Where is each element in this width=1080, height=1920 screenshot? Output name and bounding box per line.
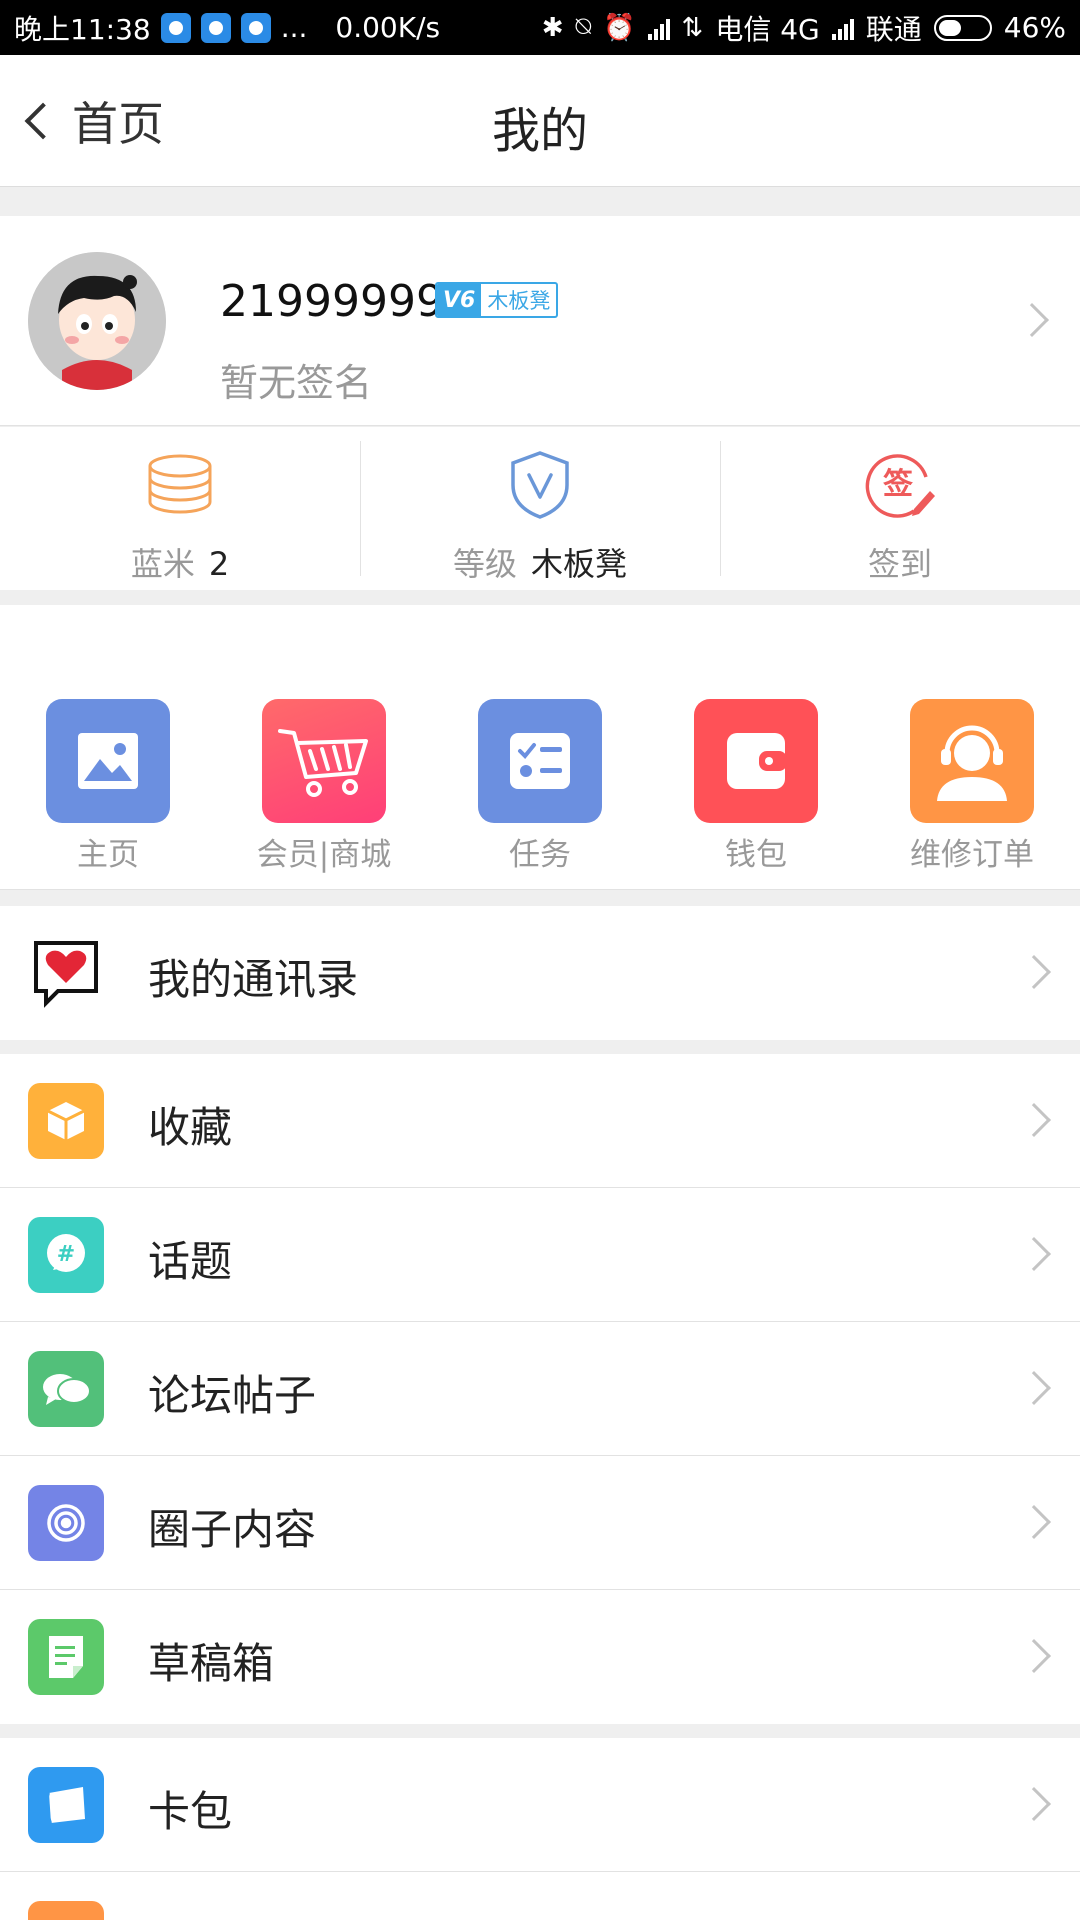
- cart-icon: [262, 699, 386, 823]
- menu-item-label: 收藏: [148, 1103, 233, 1152]
- card-icon: [28, 1767, 104, 1843]
- mute-icon: ⍉: [575, 12, 592, 42]
- menu-item-label: 草稿箱: [148, 1639, 275, 1688]
- chevron-right-icon: [1015, 303, 1049, 337]
- menu-item-label: 卡包: [148, 1787, 233, 1836]
- stat-coins-value: 2: [208, 545, 230, 583]
- chevron-right-icon: [1017, 1371, 1051, 1405]
- hashtag-glyph: #: [57, 1242, 75, 1267]
- shortcut-wallet[interactable]: 钱包: [656, 699, 856, 874]
- bluetooth-icon: ✱: [541, 12, 564, 43]
- circle-icon: [28, 1485, 104, 1561]
- profile-card[interactable]: 21999999 V6 木板凳 暂无签名: [0, 216, 1080, 426]
- status-time: 晚上11:38: [14, 12, 151, 46]
- menu-item-partial[interactable]: [0, 1872, 1080, 1920]
- stats-row: 蓝米 2 等级 木板凳 签 签到: [0, 427, 1080, 590]
- shortcut-mall-label: 会员|商城: [256, 837, 392, 873]
- contacts-label: 我的通讯录: [148, 955, 359, 1004]
- battery-percent: 46%: [1003, 11, 1066, 44]
- signal-icon: [647, 16, 670, 40]
- data-transfer-icon: ⇅: [681, 12, 704, 43]
- chevron-right-icon: [1017, 1505, 1051, 1539]
- nav-bar: 首页 我的: [0, 55, 1080, 187]
- carrier-1: 电信 4G: [715, 12, 820, 46]
- alarm-icon: ⏰: [603, 12, 636, 43]
- menu-item-favorites[interactable]: 收藏: [0, 1054, 1080, 1188]
- network-speed: 0.00K/s: [335, 11, 441, 44]
- menu-item-topics[interactable]: # 话题: [0, 1188, 1080, 1322]
- signal-icon: [831, 16, 854, 40]
- sign-in-icon: 签: [860, 445, 940, 525]
- stat-level-value: 木板凳: [531, 545, 628, 583]
- shortcuts-grid: 主页 会员|商城 任务 钱包 维修订单: [0, 605, 1080, 890]
- support-agent-icon: [910, 699, 1034, 823]
- heart-chat-icon: [28, 935, 104, 1011]
- shield-v-icon: [500, 445, 580, 525]
- menu-item-label: 圈子内容: [148, 1505, 317, 1554]
- contacts-group: 我的通讯录: [0, 906, 1080, 1040]
- wallet-icon: [694, 699, 818, 823]
- level-badge: V6 木板凳: [435, 282, 559, 318]
- stat-level-text: 等级 木板凳: [453, 539, 627, 585]
- stat-level[interactable]: 等级 木板凳: [360, 427, 720, 590]
- stat-coins-label: 蓝米: [130, 545, 195, 583]
- chevron-right-icon: [1017, 1103, 1051, 1137]
- coins-icon: [140, 445, 220, 525]
- page-title: 我的: [491, 103, 588, 159]
- chevron-right-icon: [1017, 1787, 1051, 1821]
- carrier-2: 联通: [865, 12, 922, 46]
- stat-signin[interactable]: 签 签到: [720, 427, 1080, 590]
- shortcut-repair-orders-label: 维修订单: [910, 837, 1034, 873]
- level-badge-v: V6: [437, 284, 482, 316]
- chevron-right-icon: [1017, 1237, 1051, 1271]
- menu-item-card-wallet[interactable]: 卡包: [0, 1738, 1080, 1872]
- stat-level-label: 等级: [452, 545, 517, 583]
- stat-coins[interactable]: 蓝米 2: [0, 427, 360, 590]
- partial-item-icon: [28, 1901, 104, 1920]
- stat-coins-text: 蓝米 2: [131, 539, 229, 585]
- shortcut-repair-orders[interactable]: 维修订单: [872, 699, 1072, 874]
- chevron-right-icon: [1017, 955, 1051, 989]
- hashtag-icon: #: [28, 1217, 104, 1293]
- cube-icon: [28, 1083, 104, 1159]
- level-badge-name: 木板凳: [487, 289, 551, 313]
- username: 21999999: [220, 276, 444, 327]
- contacts-row[interactable]: 我的通讯录: [0, 906, 1080, 1040]
- menu-item-drafts[interactable]: 草稿箱: [0, 1590, 1080, 1724]
- task-list-icon: [478, 699, 602, 823]
- notification-app-icon: [200, 12, 231, 43]
- shortcut-wallet-label: 钱包: [725, 837, 787, 873]
- battery-fill: [938, 19, 961, 36]
- chevron-right-icon: [1017, 1639, 1051, 1673]
- notification-app-icon: [160, 12, 191, 43]
- shortcut-mall[interactable]: 会员|商城: [224, 699, 424, 874]
- chat-bubbles-icon: [28, 1351, 104, 1427]
- status-bar: 晚上11:38 ... 0.00K/s ✱ ⍉ ⏰ ⇅ 电信 4G 联通 46%: [0, 0, 1080, 55]
- battery-icon: [933, 14, 992, 41]
- shortcut-tasks-label: 任务: [509, 837, 571, 873]
- menu-item-circle-content[interactable]: 圈子内容: [0, 1456, 1080, 1590]
- stat-signin-label: 签到: [867, 545, 932, 583]
- menu-item-label: 论坛帖子: [148, 1371, 317, 1420]
- menu-item-forum-posts[interactable]: 论坛帖子: [0, 1322, 1080, 1456]
- shortcut-home[interactable]: 主页: [8, 699, 208, 874]
- menu-item-label: 话题: [148, 1237, 233, 1286]
- menu-group: 收藏 # 话题 论坛帖子 圈子内容 草稿箱: [0, 1054, 1080, 1724]
- sign-in-glyph: 签: [883, 467, 913, 502]
- shortcut-tasks[interactable]: 任务: [440, 699, 640, 874]
- signature: 暂无签名: [220, 361, 373, 405]
- avatar[interactable]: [28, 252, 166, 390]
- shortcut-home-label: 主页: [77, 837, 139, 873]
- image-icon: [46, 699, 170, 823]
- draft-icon: [28, 1619, 104, 1695]
- menu-group-2: 卡包: [0, 1738, 1080, 1920]
- notification-app-icon: [240, 12, 271, 43]
- more-notifications-icon: ...: [280, 11, 308, 44]
